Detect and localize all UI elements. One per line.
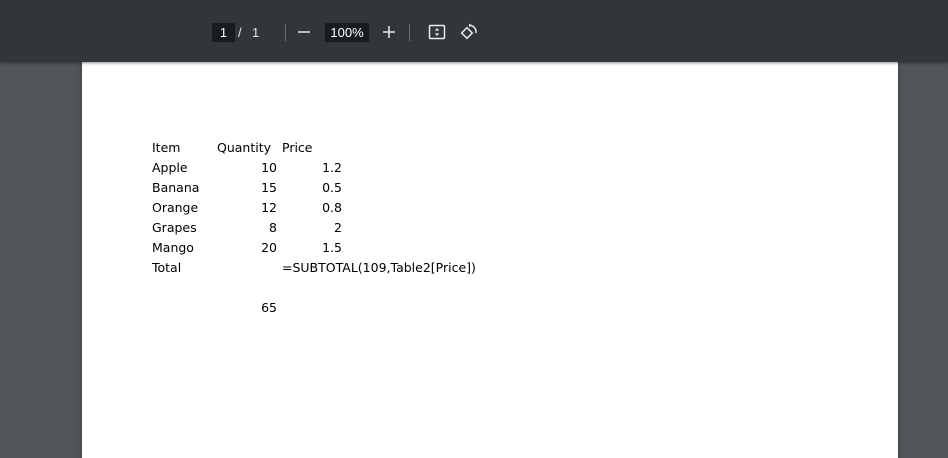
total-formula: =SUBTOTAL(109,Table2[Price]) — [282, 260, 476, 275]
price-cell: 0.5 — [322, 180, 342, 195]
price-cell: 2 — [334, 220, 342, 235]
pdf-toolbar: 1 / 1 100% — [0, 0, 948, 62]
rotate-button[interactable] — [457, 20, 481, 44]
quantity-total: 65 — [261, 300, 277, 315]
item-cell: Banana — [152, 180, 200, 195]
header-price: Price — [282, 140, 313, 155]
price-cell: 1.5 — [322, 240, 342, 255]
zoom-level-input[interactable]: 100% — [325, 23, 369, 42]
item-cell: Orange — [152, 200, 199, 215]
quantity-cell: 10 — [261, 160, 277, 175]
item-cell: Grapes — [152, 220, 197, 235]
quantity-cell: 12 — [261, 200, 277, 215]
header-item: Item — [152, 140, 181, 155]
quantity-cell: 15 — [261, 180, 277, 195]
table-row: Grapes 8 2 — [152, 218, 552, 238]
document-page: Item Quantity Price Apple 10 1.2 Banana … — [82, 62, 898, 458]
table-row: Apple 10 1.2 — [152, 158, 552, 178]
toolbar-divider — [409, 24, 410, 41]
header-quantity: Quantity — [217, 140, 272, 155]
minus-icon — [298, 31, 310, 33]
rotate-icon — [460, 23, 477, 40]
zoom-out-button[interactable] — [292, 20, 316, 44]
quantity-cell: 8 — [269, 220, 277, 235]
header-row: Item Quantity Price — [152, 138, 552, 158]
item-cell: Mango — [152, 240, 194, 255]
zoom-in-button[interactable] — [377, 20, 401, 44]
item-cell: Apple — [152, 160, 188, 175]
plus-icon — [383, 26, 395, 38]
page-number-input[interactable]: 1 — [212, 23, 235, 42]
quantity-total-row: 65 — [152, 298, 552, 318]
toolbar-divider — [285, 24, 286, 41]
fit-page-icon — [428, 24, 446, 40]
table-row: Mango 20 1.5 — [152, 238, 552, 258]
page-separator: / — [238, 25, 242, 40]
total-row: Total =SUBTOTAL(109,Table2[Price]) — [152, 258, 552, 278]
table-row: Banana 15 0.5 — [152, 178, 552, 198]
table-row: Orange 12 0.8 — [152, 198, 552, 218]
price-cell: 1.2 — [322, 160, 342, 175]
total-label: Total — [152, 260, 182, 275]
empty-row — [152, 278, 552, 298]
price-cell: 0.8 — [322, 200, 342, 215]
page-total: 1 — [252, 25, 260, 40]
quantity-cell: 20 — [261, 240, 277, 255]
spreadsheet-table: Item Quantity Price Apple 10 1.2 Banana … — [152, 138, 552, 318]
fit-to-page-button[interactable] — [425, 20, 449, 44]
